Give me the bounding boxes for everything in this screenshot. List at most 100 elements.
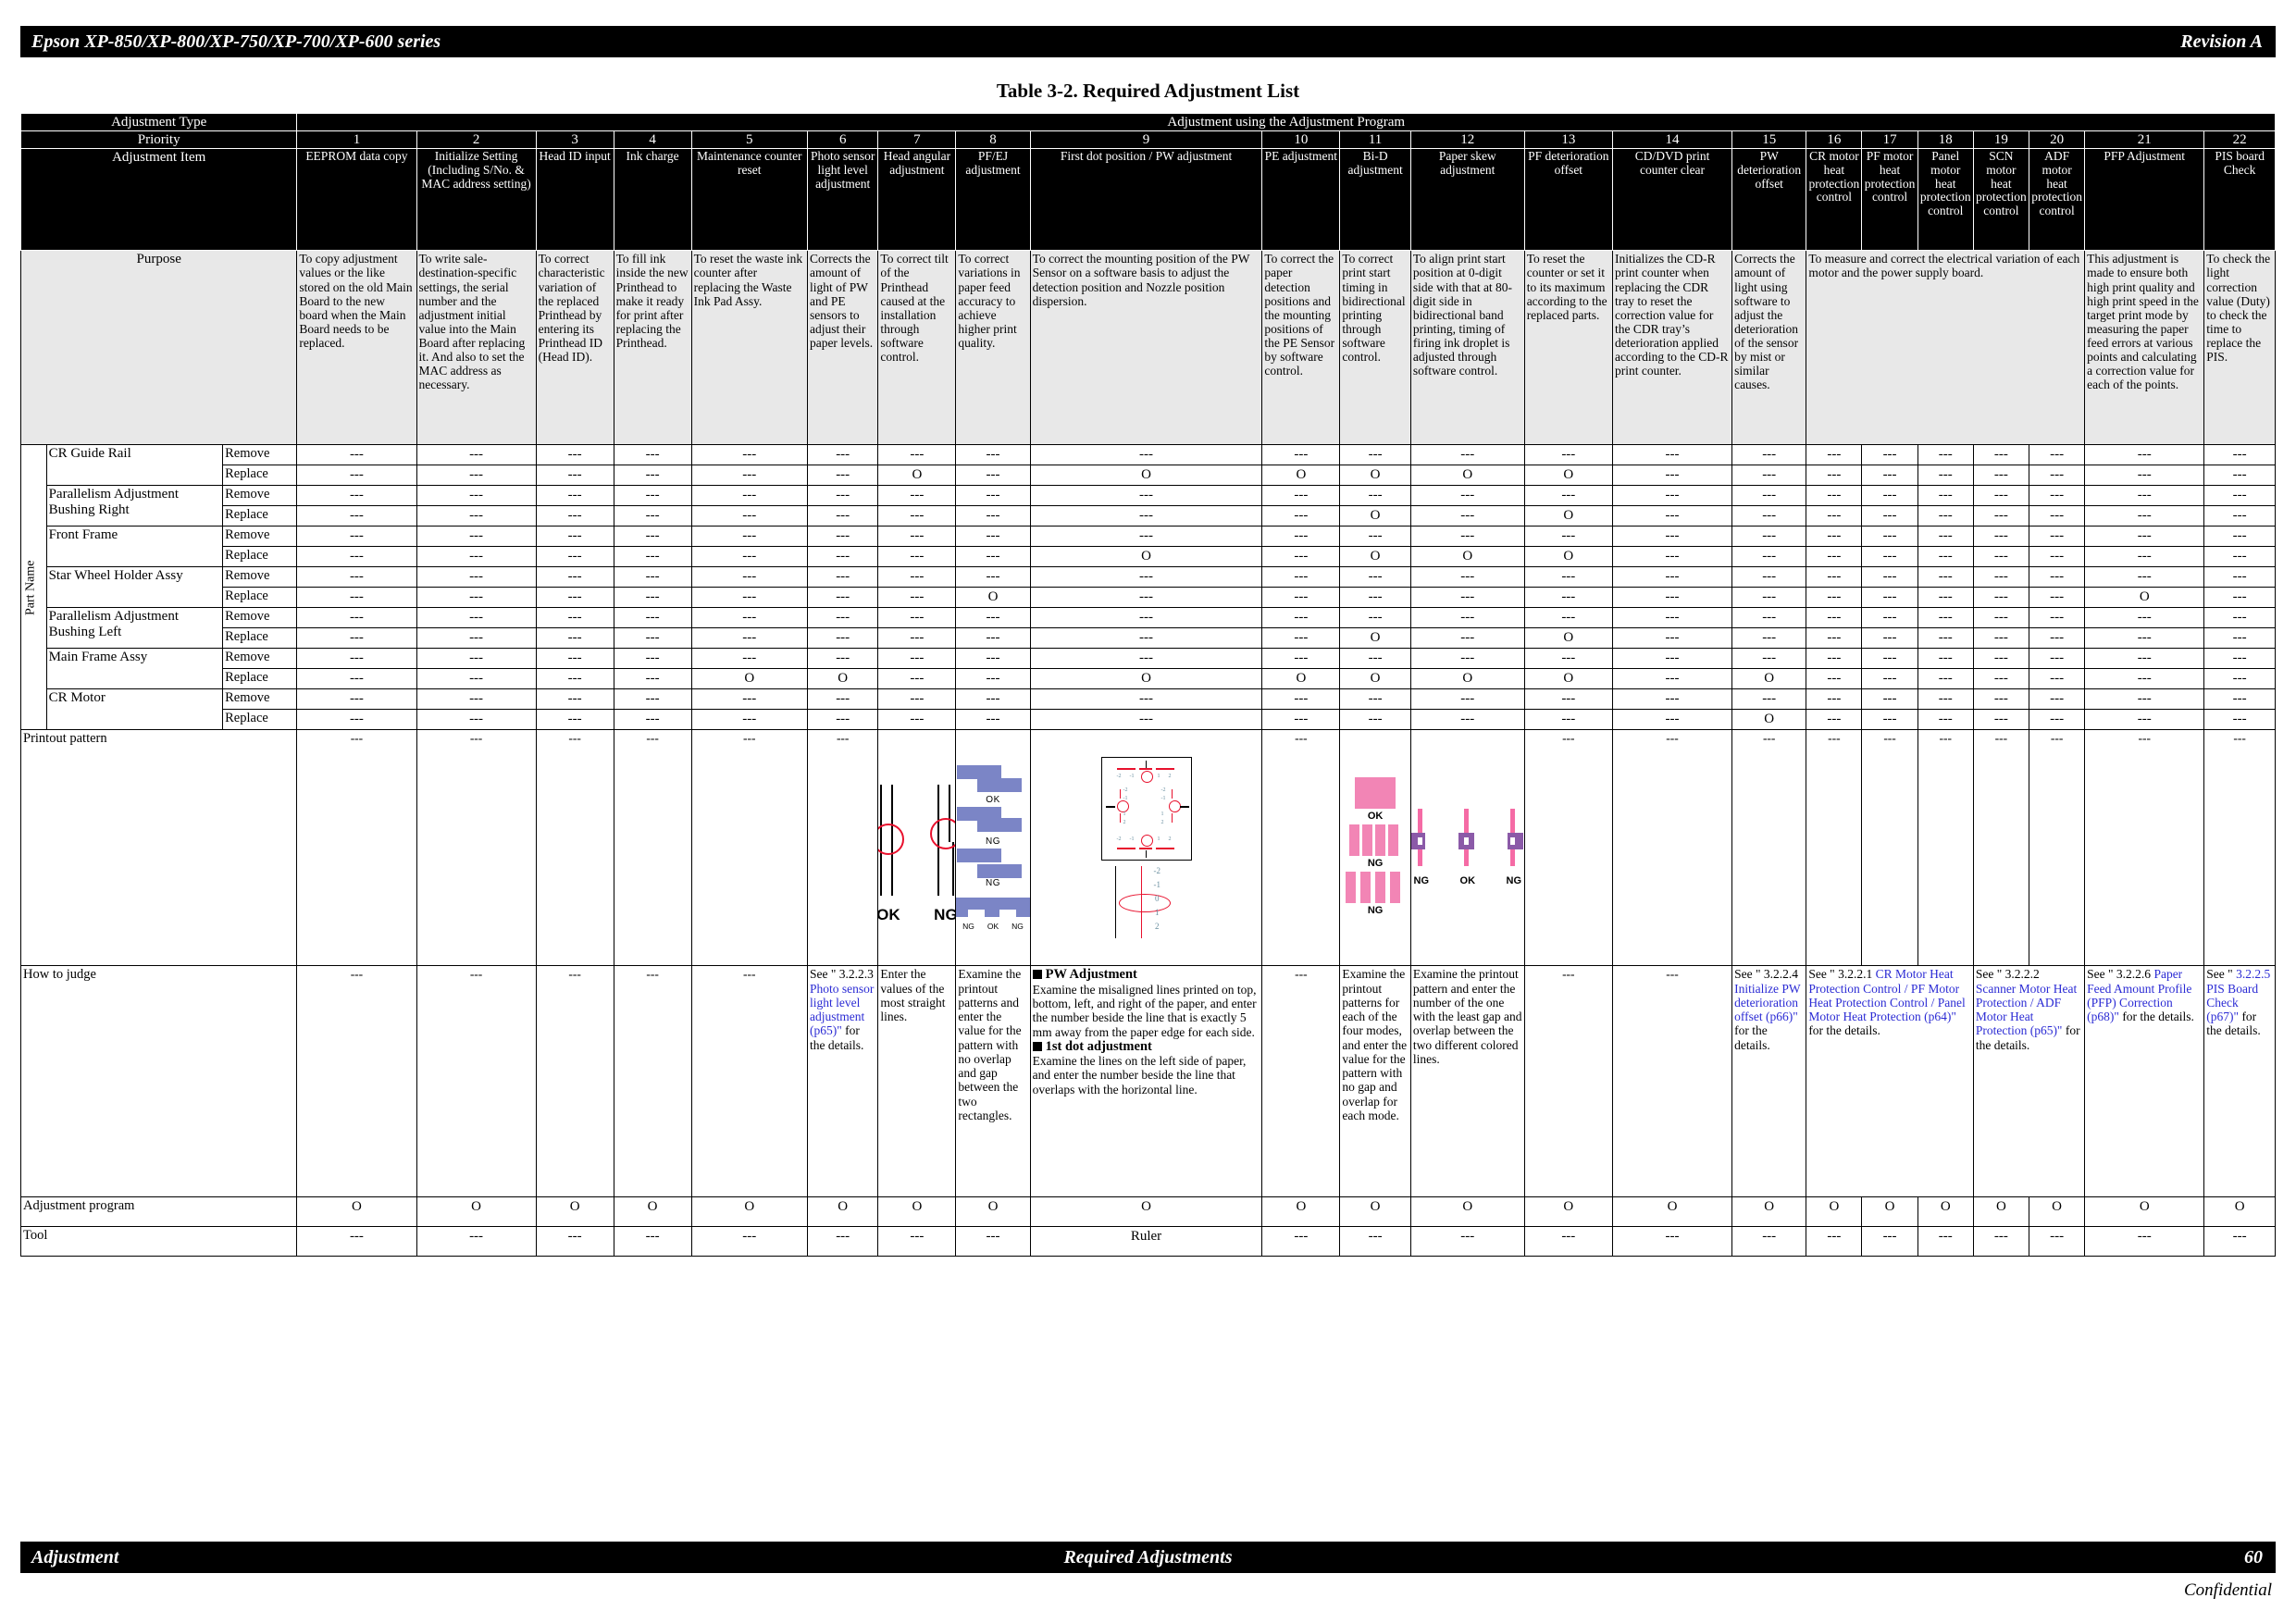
mark: --- xyxy=(1806,648,1863,670)
priority-6: 6 xyxy=(806,130,879,150)
adjustment-item-8: PF/EJ adjustment xyxy=(955,148,1031,252)
mark: --- xyxy=(1917,648,1974,670)
mark: --- xyxy=(1029,648,1263,670)
mark: --- xyxy=(1731,627,1807,650)
mark: --- xyxy=(1731,465,1807,487)
judge-text-pre: See " xyxy=(2206,967,2237,982)
mark: --- xyxy=(1861,465,1918,487)
printout-pattern-first-dot: -2 -1 1 2 -2 -1 1 2 -2 -1 1 2 -2 -1 1 2 … xyxy=(1029,729,1263,967)
mark: --- xyxy=(1611,688,1733,711)
mark: --- xyxy=(877,607,957,629)
mark: --- xyxy=(2028,688,2086,711)
mark: --- xyxy=(877,526,957,548)
mark: O xyxy=(1029,546,1263,568)
mark: --- xyxy=(296,648,417,670)
mark: --- xyxy=(806,688,879,711)
head-angular-ng-figure: NG xyxy=(925,772,955,924)
printout-pattern-14: --- xyxy=(1611,729,1733,967)
prog-mark: O xyxy=(2084,1196,2205,1228)
purpose-3: To correct characteristic variation of t… xyxy=(535,250,614,446)
part-name-parallelism-bushing-left: Parallelism Adjustment Bushing Left xyxy=(45,607,224,650)
action-remove: Remove xyxy=(222,485,298,507)
mark: --- xyxy=(1409,607,1525,629)
mark: --- xyxy=(416,566,537,588)
mark: --- xyxy=(1972,465,2030,487)
mark: --- xyxy=(1972,485,2030,507)
mark: --- xyxy=(806,505,879,527)
mark: --- xyxy=(1409,526,1525,548)
mark: --- xyxy=(296,627,417,650)
mark: --- xyxy=(1029,607,1263,629)
mark: --- xyxy=(806,485,879,507)
mark: --- xyxy=(1972,566,2030,588)
mark: --- xyxy=(1523,587,1613,609)
priority-15: 15 xyxy=(1731,130,1807,150)
row-how-to-judge: How to judge --- --- --- --- --- See " 3… xyxy=(19,965,2276,1198)
mark: --- xyxy=(1409,709,1525,731)
paper-skew-ng1-figure: NG xyxy=(1411,809,1438,886)
priority-20: 20 xyxy=(2028,130,2086,150)
mark: --- xyxy=(2084,526,2205,548)
mark: --- xyxy=(296,505,417,527)
mark: --- xyxy=(2028,505,2086,527)
table-title: Table 3-2. Required Adjustment List xyxy=(996,80,1300,102)
mark: --- xyxy=(1731,546,1807,568)
mark: --- xyxy=(1611,485,1733,507)
mark: --- xyxy=(1972,709,2030,731)
mark: --- xyxy=(1861,526,1918,548)
mark: --- xyxy=(1731,526,1807,548)
judge-13: --- xyxy=(1523,965,1613,1198)
mark: --- xyxy=(955,546,1031,568)
adjustment-item-9: First dot position / PW adjustment xyxy=(1029,148,1263,252)
section-link[interactable]: Initialize PW deterioration offset (p66)… xyxy=(1734,982,1800,1024)
pf-ej-ng2-label: NG xyxy=(986,877,1001,888)
printout-pattern-head-angular: OK NG xyxy=(877,729,957,967)
mark: --- xyxy=(1611,526,1733,548)
row-tool: Tool --- --- --- --- --- --- --- --- Rul… xyxy=(19,1226,2276,1258)
mark: --- xyxy=(1806,607,1863,629)
judge-1: --- xyxy=(296,965,417,1198)
mark: --- xyxy=(1261,505,1341,527)
mark: O xyxy=(1523,627,1613,650)
mark: --- xyxy=(955,709,1031,731)
printout-pattern-13: --- xyxy=(1523,729,1613,967)
purpose-10: To correct the paper detection positions… xyxy=(1261,250,1341,446)
action-remove: Remove xyxy=(222,607,298,629)
mark: --- xyxy=(806,627,879,650)
adjustment-item-17: PF motor heat protection control xyxy=(1861,148,1918,252)
mark: --- xyxy=(416,587,537,609)
paper-skew-ok-figure: OK xyxy=(1450,809,1485,886)
judge-pfp: See " 3.2.2.6 Paper Feed Amount Profile … xyxy=(2084,965,2205,1198)
prog-mark: O xyxy=(1806,1196,1863,1228)
judge-cr-motor-heat: See " 3.2.2.1 CR Motor Heat Protection C… xyxy=(1806,965,1974,1198)
mark: --- xyxy=(1611,648,1733,670)
purpose-21: This adjustment is made to ensure both h… xyxy=(2084,250,2205,446)
judge-bi-d: Examine the printout patterns for each o… xyxy=(1339,965,1411,1198)
part-name-star-wheel-holder-assy: Star Wheel Holder Assy xyxy=(45,566,224,609)
mark: --- xyxy=(613,444,692,466)
mark: --- xyxy=(1806,709,1863,731)
pf-ej-ng1-figure xyxy=(957,806,1029,835)
tool-mark: --- xyxy=(1731,1226,1807,1258)
mark: --- xyxy=(2084,668,2205,690)
judge-text-pre: See " 3.2.2.4 xyxy=(1734,967,1798,982)
mark: --- xyxy=(1409,587,1525,609)
mark: O xyxy=(1261,465,1341,487)
mark: --- xyxy=(2028,627,2086,650)
mark: --- xyxy=(2203,627,2276,650)
mark: O xyxy=(1523,668,1613,690)
pf-ej-ok-label: OK xyxy=(986,794,1000,805)
mark: --- xyxy=(2028,709,2086,731)
mark: --- xyxy=(1611,546,1733,568)
fd-num: -2 xyxy=(1160,787,1166,794)
part-name-parallelism-bushing-right: Parallelism Adjustment Bushing Right xyxy=(45,485,224,527)
mark: --- xyxy=(416,709,537,731)
adjustment-item-6: Photo sensor light level adjustment xyxy=(806,148,879,252)
label-priority: Priority xyxy=(19,130,298,150)
priority-7: 7 xyxy=(877,130,957,150)
mark: --- xyxy=(1339,607,1411,629)
fd-scale-val: 1 xyxy=(1155,908,1160,918)
mark: --- xyxy=(877,648,957,670)
mark: --- xyxy=(1611,505,1733,527)
mark: --- xyxy=(613,688,692,711)
